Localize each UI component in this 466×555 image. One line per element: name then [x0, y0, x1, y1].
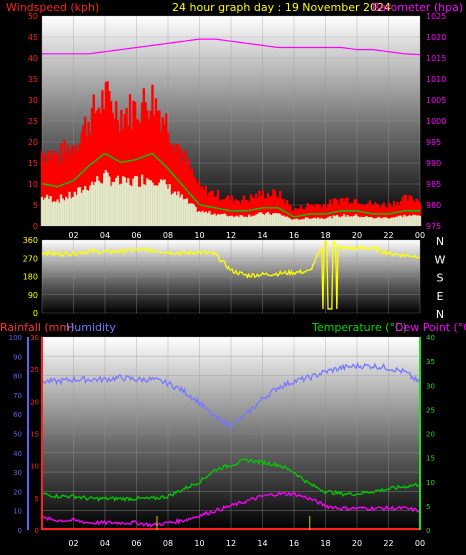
- baro-tick-label: 1025: [426, 12, 446, 21]
- wind-x-tick-label: 00: [415, 231, 425, 240]
- lower-x-tick-label: 20: [352, 539, 362, 548]
- direction-tick-label: 0: [33, 309, 38, 318]
- temperature-tick-label: 35: [426, 358, 435, 366]
- baro-tick-label: 1015: [426, 54, 446, 63]
- humidity-tick-label: 80: [13, 373, 22, 381]
- wind-tick-label: 40: [28, 54, 38, 63]
- wind-x-tick-label: 18: [320, 231, 330, 240]
- rain-tick-label: 25: [30, 366, 39, 374]
- compass-label: N: [436, 235, 444, 248]
- wind-tick-label: 25: [28, 117, 38, 126]
- weather-graph: Windspeed (kph) 24 hour graph day : 19 N…: [0, 0, 466, 555]
- wind-tick-label: 30: [28, 96, 38, 105]
- humidity-tick-label: 30: [13, 469, 22, 477]
- wind-x-tick-label: 06: [131, 231, 141, 240]
- wind-tick-label: 35: [28, 75, 38, 84]
- humidity-tick-label: 90: [13, 353, 22, 361]
- humidity-tick-label: 40: [13, 450, 22, 458]
- rain-tick-label: 0: [35, 527, 39, 535]
- humidity-tick-label: 70: [13, 392, 22, 400]
- temperature-tick-label: 25: [426, 406, 435, 414]
- wind-x-tick-label: 20: [352, 231, 362, 240]
- compass-label: S: [437, 272, 444, 285]
- lower-x-tick-label: 06: [131, 539, 141, 548]
- humidity-tick-label: 0: [18, 527, 22, 535]
- wind-x-tick-label: 10: [194, 231, 204, 240]
- rain-tick-label: 30: [30, 334, 39, 342]
- baro-tick-label: 1005: [426, 96, 446, 105]
- wind-tick-label: 0: [33, 222, 38, 231]
- direction-tick-label: 270: [23, 254, 38, 263]
- wind-tick-label: 10: [28, 180, 38, 189]
- humidity-tick-label: 10: [13, 508, 22, 516]
- compass-label: W: [435, 253, 446, 266]
- baro-tick-label: 1020: [426, 33, 446, 42]
- temperature-tick-label: 15: [426, 455, 435, 463]
- temperature-axis-title: Temperature (°C): [311, 321, 407, 334]
- temperature-tick-label: 5: [426, 503, 430, 511]
- temperature-tick-label: 40: [426, 334, 435, 342]
- wind-x-tick-label: 04: [100, 231, 110, 240]
- wind-x-tick-label: 22: [383, 231, 393, 240]
- baro-tick-label: 1010: [426, 75, 446, 84]
- lower-x-tick-label: 16: [289, 539, 299, 548]
- baro-tick-label: 990: [426, 159, 441, 168]
- baro-tick-label: 1000: [426, 117, 446, 126]
- direction-tick-label: 360: [23, 236, 38, 245]
- baro-tick-label: 995: [426, 138, 441, 147]
- rain-tick-label: 20: [30, 398, 39, 406]
- temperature-tick-label: 20: [426, 431, 435, 439]
- lower-x-tick-label: 00: [415, 539, 425, 548]
- direction-tick-label: 180: [23, 273, 38, 282]
- wind-x-tick-label: 12: [226, 231, 236, 240]
- baro-axis-title: Barometer (hpa): [372, 1, 463, 14]
- dewpoint-axis-title: Dew Point (°C): [395, 321, 466, 334]
- humidity-tick-label: 60: [13, 411, 22, 419]
- chart-canvas: Windspeed (kph) 24 hour graph day : 19 N…: [0, 1, 466, 548]
- humidity-tick-label: 50: [13, 431, 22, 439]
- wind-tick-label: 20: [28, 138, 38, 147]
- lower-x-tick-label: 14: [257, 539, 267, 548]
- direction-tick-label: 90: [28, 291, 38, 300]
- wind-x-tick-label: 02: [68, 231, 78, 240]
- rain-tick-label: 10: [30, 463, 39, 471]
- wind-x-tick-label: 08: [163, 231, 173, 240]
- rain-tick-label: 5: [35, 495, 39, 503]
- lower-x-tick-label: 02: [68, 539, 78, 548]
- lower-x-tick-label: 10: [194, 539, 204, 548]
- humidity-axis-title: Humidity: [66, 321, 116, 334]
- temperature-tick-label: 10: [426, 479, 435, 487]
- wind-tick-label: 15: [28, 159, 38, 168]
- graph-title: 24 hour graph day : 19 November 2024: [172, 1, 391, 14]
- baro-tick-label: 980: [426, 201, 441, 210]
- lower-x-tick-label: 22: [383, 539, 393, 548]
- wind-tick-label: 5: [33, 201, 38, 210]
- compass-label: N: [436, 308, 444, 321]
- wind-axis-title: Windspeed (kph): [6, 1, 99, 14]
- temperature-tick-label: 0: [426, 527, 430, 535]
- wind-tick-label: 45: [28, 33, 38, 42]
- humidity-tick-label: 100: [9, 334, 22, 342]
- wind-speed-bar: [418, 215, 422, 226]
- wind-x-tick-label: 14: [257, 231, 267, 240]
- humidity-tick-label: 20: [13, 488, 22, 496]
- wind-x-tick-label: 16: [289, 231, 299, 240]
- rain-tick-label: 15: [30, 431, 39, 439]
- rain-axis-title: Rainfall (mm): [0, 321, 74, 334]
- lower-x-tick-label: 18: [320, 539, 330, 548]
- compass-label: E: [437, 290, 444, 303]
- lower-x-tick-label: 12: [226, 539, 236, 548]
- temperature-tick-label: 30: [426, 382, 435, 390]
- lower-x-tick-label: 08: [163, 539, 173, 548]
- lower-x-tick-label: 04: [100, 539, 110, 548]
- baro-tick-label: 975: [426, 222, 441, 231]
- baro-tick-label: 985: [426, 180, 441, 189]
- wind-tick-label: 50: [28, 12, 38, 21]
